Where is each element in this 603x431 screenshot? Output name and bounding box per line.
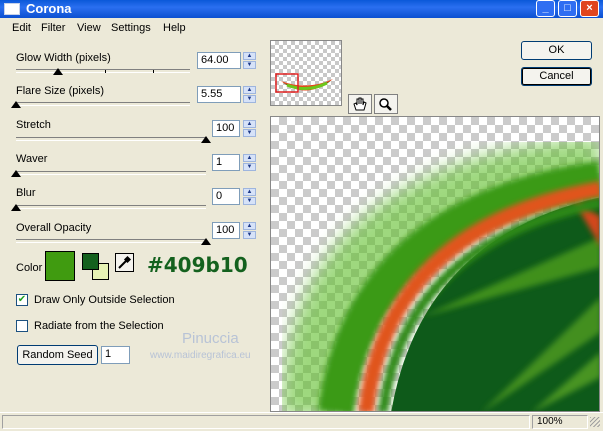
flare-size-slider[interactable] xyxy=(11,101,190,108)
waver-input[interactable]: 1 xyxy=(212,154,240,171)
status-message xyxy=(2,415,530,429)
random-seed-button[interactable]: Random Seed xyxy=(17,345,98,365)
spin-down-icon[interactable]: ▼ xyxy=(243,231,256,239)
glow-width-input[interactable]: 64.00 xyxy=(197,52,241,69)
waver-slider[interactable] xyxy=(11,170,206,177)
minimize-button[interactable]: _ xyxy=(536,0,555,17)
waver-label: Waver xyxy=(16,153,48,165)
menu-settings[interactable]: Settings xyxy=(111,22,151,34)
overall-opacity-label: Overall Opacity xyxy=(16,222,92,234)
spin-up-icon[interactable]: ▲ xyxy=(243,154,256,162)
menu-help[interactable]: Help xyxy=(163,22,186,34)
overall-opacity-input[interactable]: 100 xyxy=(212,222,240,239)
maximize-button[interactable]: □ xyxy=(558,0,577,17)
flare-size-input[interactable]: 5.55 xyxy=(197,86,241,103)
stretch-slider[interactable] xyxy=(16,136,211,143)
stretch-thumb[interactable] xyxy=(201,136,211,143)
watermark-name: Pinuccia xyxy=(182,330,239,347)
navigator-thumbnail[interactable] xyxy=(270,40,342,106)
glow-width-label: Glow Width (pixels) xyxy=(16,52,111,64)
app-icon xyxy=(4,3,20,15)
waver-thumb[interactable] xyxy=(11,170,21,177)
check-icon: ✔ xyxy=(17,294,27,305)
preview-canvas[interactable] xyxy=(270,116,600,412)
spin-up-icon[interactable]: ▲ xyxy=(243,86,256,94)
draw-only-outside-checkbox[interactable]: ✔ xyxy=(16,294,28,306)
zoom-magnifier-icon[interactable] xyxy=(374,94,398,114)
stretch-spinner[interactable]: ▲ ▼ xyxy=(243,120,256,137)
zoom-level: 100% xyxy=(532,415,588,429)
spin-down-icon[interactable]: ▼ xyxy=(243,95,256,103)
blur-label: Blur xyxy=(16,187,36,199)
menu-bar: Edit Filter View Settings Help xyxy=(0,18,603,38)
resize-grip[interactable] xyxy=(590,417,600,427)
close-button[interactable]: × xyxy=(580,0,599,17)
tick xyxy=(105,70,106,73)
random-seed-input[interactable]: 1 xyxy=(101,346,130,364)
stretch-input[interactable]: 100 xyxy=(212,120,240,137)
blur-input[interactable]: 0 xyxy=(212,188,240,205)
spin-down-icon[interactable]: ▼ xyxy=(243,61,256,69)
flare-size-label: Flare Size (pixels) xyxy=(16,85,105,97)
spin-up-icon[interactable]: ▲ xyxy=(243,188,256,196)
menu-view[interactable]: View xyxy=(77,22,101,34)
color-label: Color xyxy=(16,262,43,274)
spin-up-icon[interactable]: ▲ xyxy=(243,120,256,128)
window-title: Corona xyxy=(26,1,72,16)
eyedropper-icon[interactable] xyxy=(115,253,134,272)
draw-only-outside-label: Draw Only Outside Selection xyxy=(34,294,175,306)
stretch-label: Stretch xyxy=(16,119,51,131)
flare-size-thumb[interactable] xyxy=(11,101,21,108)
overall-opacity-thumb[interactable] xyxy=(201,238,211,245)
status-bar: 100% xyxy=(0,412,603,431)
glow-width-spinner[interactable]: ▲ ▼ xyxy=(243,52,256,69)
color-hex-label: #409b10 xyxy=(147,253,248,277)
spin-up-icon[interactable]: ▲ xyxy=(243,52,256,60)
waver-spinner[interactable]: ▲ ▼ xyxy=(243,154,256,171)
color-swatch[interactable] xyxy=(45,251,75,281)
title-bar: Corona _ □ × xyxy=(0,0,603,18)
spin-up-icon[interactable]: ▲ xyxy=(243,222,256,230)
tick xyxy=(58,70,59,73)
blur-thumb[interactable] xyxy=(11,204,21,211)
pan-hand-icon[interactable] xyxy=(348,94,372,114)
menu-edit[interactable]: Edit xyxy=(12,22,31,34)
blur-slider[interactable] xyxy=(11,204,206,211)
spin-down-icon[interactable]: ▼ xyxy=(243,129,256,137)
blur-spinner[interactable]: ▲ ▼ xyxy=(243,188,256,205)
secondary-color-swatch[interactable] xyxy=(82,253,99,270)
spin-down-icon[interactable]: ▼ xyxy=(243,163,256,171)
radiate-from-selection-label: Radiate from the Selection xyxy=(34,320,164,332)
cancel-button[interactable]: Cancel xyxy=(521,67,592,86)
overall-opacity-spinner[interactable]: ▲ ▼ xyxy=(243,222,256,239)
spin-down-icon[interactable]: ▼ xyxy=(243,197,256,205)
ok-button[interactable]: OK xyxy=(521,41,592,60)
overall-opacity-slider[interactable] xyxy=(16,238,211,245)
watermark-site: www.maidiregrafica.eu xyxy=(150,350,251,361)
menu-filter[interactable]: Filter xyxy=(41,22,65,34)
radiate-from-selection-checkbox[interactable] xyxy=(16,320,28,332)
glow-width-slider[interactable] xyxy=(16,68,190,75)
flare-size-spinner[interactable]: ▲ ▼ xyxy=(243,86,256,103)
tick xyxy=(153,70,154,73)
